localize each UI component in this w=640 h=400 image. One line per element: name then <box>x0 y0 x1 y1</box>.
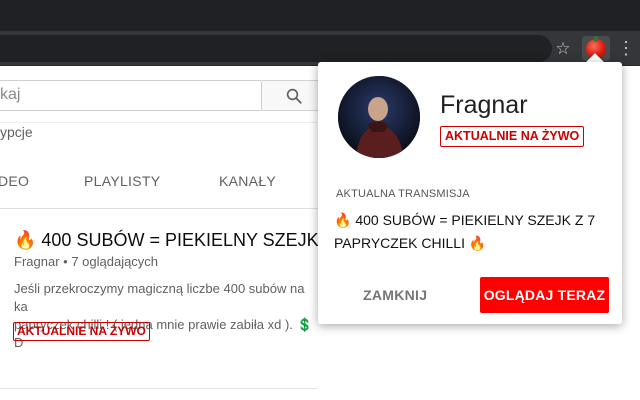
description-line: Jeśli przekroczymy magiczną liczbe 400 s… <box>14 281 305 314</box>
search-input[interactable] <box>0 80 262 111</box>
tab-videos[interactable]: DEO <box>0 173 29 189</box>
header-divider <box>0 122 318 123</box>
tabs-divider <box>0 208 318 209</box>
search-icon <box>286 88 302 104</box>
address-bar[interactable] <box>0 35 552 62</box>
search-button[interactable] <box>262 80 326 111</box>
stream-title: 🔥 400 SUBÓW = PIEKIELNY SZEJK Z 7 PAPRYC… <box>334 212 596 251</box>
tab-channels[interactable]: KANAŁY <box>219 173 276 189</box>
watch-now-button[interactable]: OGLĄDAJ TERAZ <box>480 277 609 313</box>
browser-tabstrip <box>0 0 640 31</box>
section-divider <box>0 388 318 389</box>
live-badge: AKTUALNIE NA ŻYWO <box>13 322 150 341</box>
current-stream-label: AKTUALNA TRANSMISJA <box>336 188 470 200</box>
viewer-count: 7 oglądających <box>71 254 159 269</box>
kebab-menu-icon[interactable]: ⋮ <box>612 35 640 62</box>
meta-separator: • <box>59 254 72 269</box>
subscriber-count: ypcje <box>0 124 33 140</box>
video-meta: Fragnar • 7 oglądających <box>14 254 158 269</box>
extension-popup: Fragnar AKTUALNIE NA ŻYWO AKTUALNA TRANS… <box>318 62 622 324</box>
tab-playlists[interactable]: PLAYLISTY <box>84 173 160 189</box>
live-badge: AKTUALNIE NA ŻYWO <box>440 126 585 147</box>
search-input-text: kaj <box>0 86 21 103</box>
channel-avatar <box>338 76 420 158</box>
video-title-link[interactable]: 🔥 400 SUBÓW = PIEKIELNY SZEJK Z 7 <box>14 230 350 251</box>
video-description: Jeśli przekroczymy magiczną liczbe 400 s… <box>14 280 320 352</box>
close-button[interactable]: ZAMKNIJ <box>363 287 427 303</box>
channel-name: Fragnar <box>440 91 528 119</box>
star-icon[interactable]: ☆ <box>549 35 577 62</box>
video-channel-link[interactable]: Fragnar <box>14 254 60 269</box>
